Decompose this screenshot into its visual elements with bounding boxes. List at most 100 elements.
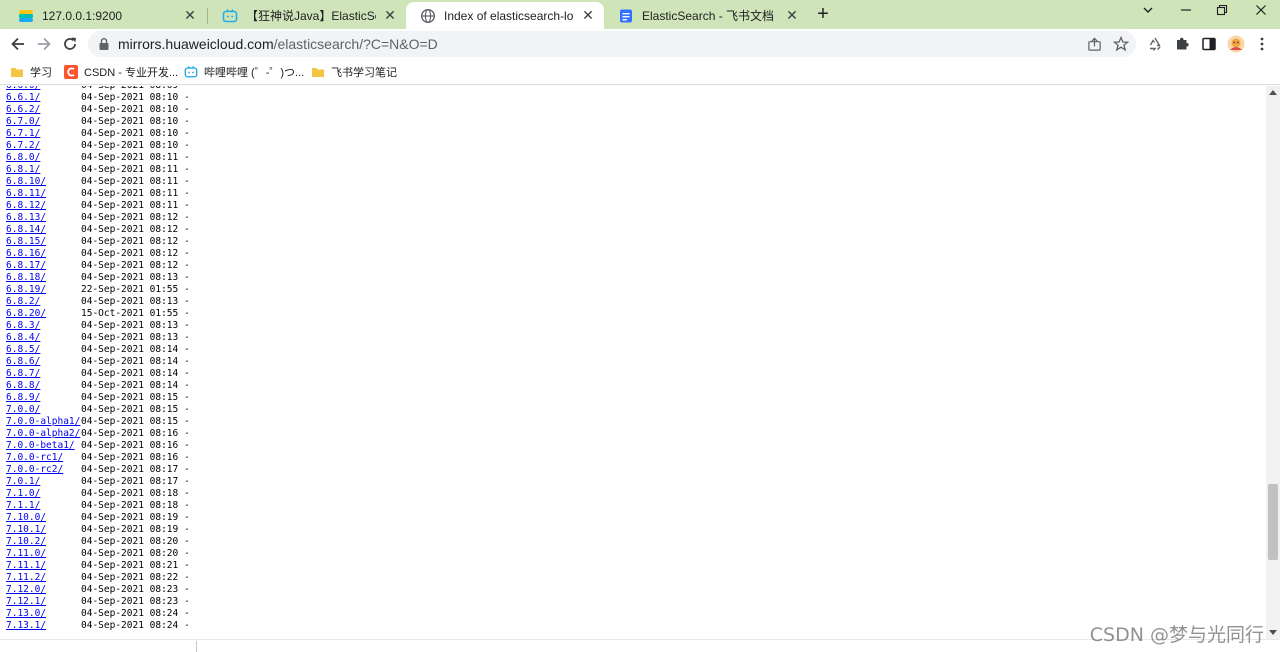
modified-date: 04-Sep-2021 08:24 - [81,620,190,632]
directory-link[interactable]: 6.8.2/ [6,296,40,308]
modified-date: 04-Sep-2021 08:11 - [81,200,190,212]
date-text: 04-Sep-2021 08:11 [81,164,179,175]
directory-link[interactable]: 7.10.2/ [6,536,46,548]
directory-link[interactable]: 7.11.1/ [6,560,46,572]
directory-link[interactable]: 6.8.8/ [6,380,40,392]
size-text: - [183,368,190,379]
close-icon[interactable]: ✕ [784,7,800,24]
profile-avatar-icon[interactable] [1227,35,1245,53]
directory-link[interactable]: 6.8.12/ [6,200,46,212]
directory-link[interactable]: 7.0.0/ [6,404,40,416]
directory-link[interactable]: 6.8.20/ [6,308,46,320]
directory-link[interactable]: 6.8.9/ [6,392,40,404]
date-text: 04-Sep-2021 08:15 [81,392,179,403]
directory-link[interactable]: 7.0.0-rc2/ [6,464,63,476]
close-icon[interactable]: ✕ [382,7,398,24]
date-text: 15-Oct-2021 01:55 [81,308,179,319]
directory-link[interactable]: 6.8.11/ [6,188,46,200]
directory-link[interactable]: 6.8.19/ [6,284,46,296]
directory-link[interactable]: 7.12.1/ [6,596,46,608]
close-icon[interactable]: ✕ [580,7,596,24]
close-icon[interactable]: ✕ [182,7,198,24]
directory-link[interactable]: 6.8.0/ [6,152,40,164]
scroll-up-arrow-icon[interactable] [1269,90,1277,95]
url-text[interactable]: mirrors.huaweicloud.com/elasticsearch/?C… [118,36,438,52]
vertical-scrollbar[interactable] [1266,86,1280,639]
directory-link[interactable]: 7.11.2/ [6,572,46,584]
directory-link[interactable]: 7.1.1/ [6,500,40,512]
directory-link[interactable]: 7.1.0/ [6,488,40,500]
directory-link[interactable]: 7.13.0/ [6,608,46,620]
bookmark-csdn[interactable]: CSDN - 专业开发... [64,64,178,80]
modified-date: 04-Sep-2021 08:18 - [81,500,190,512]
size-text: - [183,116,190,127]
directory-link[interactable]: 7.11.0/ [6,548,46,560]
directory-link[interactable]: 7.0.0-alpha1/ [6,416,80,428]
directory-link[interactable]: 6.8.13/ [6,212,46,224]
directory-link[interactable]: 6.8.10/ [6,176,46,188]
directory-link[interactable]: 6.8.17/ [6,260,46,272]
restore-button[interactable] [1207,4,1237,24]
size-text: - [183,344,190,355]
modified-date: 04-Sep-2021 08:13 - [81,332,190,344]
back-button[interactable] [8,34,28,54]
minimize-button[interactable] [1171,4,1201,24]
directory-link[interactable]: 6.8.15/ [6,236,46,248]
date-text: 04-Sep-2021 08:10 [81,92,179,103]
directory-link[interactable]: 7.0.0-rc1/ [6,452,63,464]
directory-link[interactable]: 7.0.0-beta1/ [6,440,75,452]
directory-link[interactable]: 6.6.2/ [6,104,40,116]
directory-link[interactable]: 6.8.1/ [6,164,40,176]
directory-link[interactable]: 6.8.7/ [6,368,40,380]
directory-link[interactable]: 6.6.1/ [6,92,40,104]
tab-127-0-0-1[interactable]: 127.0.0.1:9200 ✕ [4,2,206,29]
directory-link[interactable]: 6.8.18/ [6,272,46,284]
url-host: mirrors.huaweicloud.com [118,36,274,52]
directory-link[interactable]: 6.8.3/ [6,320,40,332]
date-text: 04-Sep-2021 08:16 [81,440,179,451]
directory-link[interactable]: 7.10.0/ [6,512,46,524]
date-text: 04-Sep-2021 08:15 [81,404,179,415]
tab-kuangshen-java[interactable]: 【狂神说Java】ElasticSearch7.6 ✕ [208,2,406,29]
new-tab-button[interactable]: + [812,4,834,26]
bookmark-feishu-notes[interactable]: 飞书学习笔记 [311,64,397,80]
date-text: 04-Sep-2021 08:12 [81,212,179,223]
more-menu-icon[interactable] [1254,36,1270,52]
recycle-extension-icon[interactable] [1147,36,1163,52]
directory-link[interactable]: 6.7.1/ [6,128,40,140]
tab-search-button[interactable] [1133,4,1163,24]
reload-button[interactable] [60,34,80,54]
directory-link[interactable]: 6.8.5/ [6,344,40,356]
directory-link[interactable]: 7.12.0/ [6,584,46,596]
bookmark-label: CSDN - 专业开发... [84,67,179,79]
scrollbar-thumb[interactable] [1268,484,1278,560]
address-bar[interactable]: mirrors.huaweicloud.com/elasticsearch/?C… [88,31,1136,57]
directory-link[interactable]: 7.0.0-alpha2/ [6,428,80,440]
arrow-right-icon [38,37,51,51]
tab-index-of-elasticsearch[interactable]: Index of elasticsearch-local ✕ [406,2,604,29]
puzzle-icon[interactable] [1174,36,1190,52]
directory-link[interactable]: 6.8.14/ [6,224,46,236]
bookmark-bilibili[interactable]: 哔哩哔哩 (゜-゜)つ... [184,64,304,80]
tab-elasticsearch-feishu[interactable]: ElasticSearch - 飞书文档 ✕ [604,2,808,29]
directory-link[interactable]: 7.10.1/ [6,524,46,536]
directory-link[interactable]: 6.8.6/ [6,356,40,368]
directory-link[interactable]: 7.13.1/ [6,620,46,632]
directory-link[interactable]: 6.7.2/ [6,140,40,152]
modified-date: 15-Oct-2021 01:55 - [81,308,190,320]
lock-icon[interactable] [98,37,110,56]
side-panel-icon[interactable] [1201,36,1217,52]
bookmark-star-icon[interactable] [1113,36,1129,52]
directory-link[interactable]: 7.0.1/ [6,476,40,488]
date-text: 04-Sep-2021 08:22 [81,572,179,583]
share-icon[interactable] [1086,36,1102,52]
modified-date: 04-Sep-2021 08:11 - [81,164,190,176]
forward-button[interactable] [34,34,54,54]
directory-link[interactable]: 6.8.4/ [6,332,40,344]
window-close-button[interactable] [1246,4,1276,24]
bookmark-xuexi[interactable]: 学习 [10,64,52,80]
date-text: 04-Sep-2021 08:14 [81,380,179,391]
directory-link[interactable]: 6.8.16/ [6,248,46,260]
scroll-down-arrow-icon[interactable] [1269,630,1277,635]
directory-link[interactable]: 6.7.0/ [6,116,40,128]
